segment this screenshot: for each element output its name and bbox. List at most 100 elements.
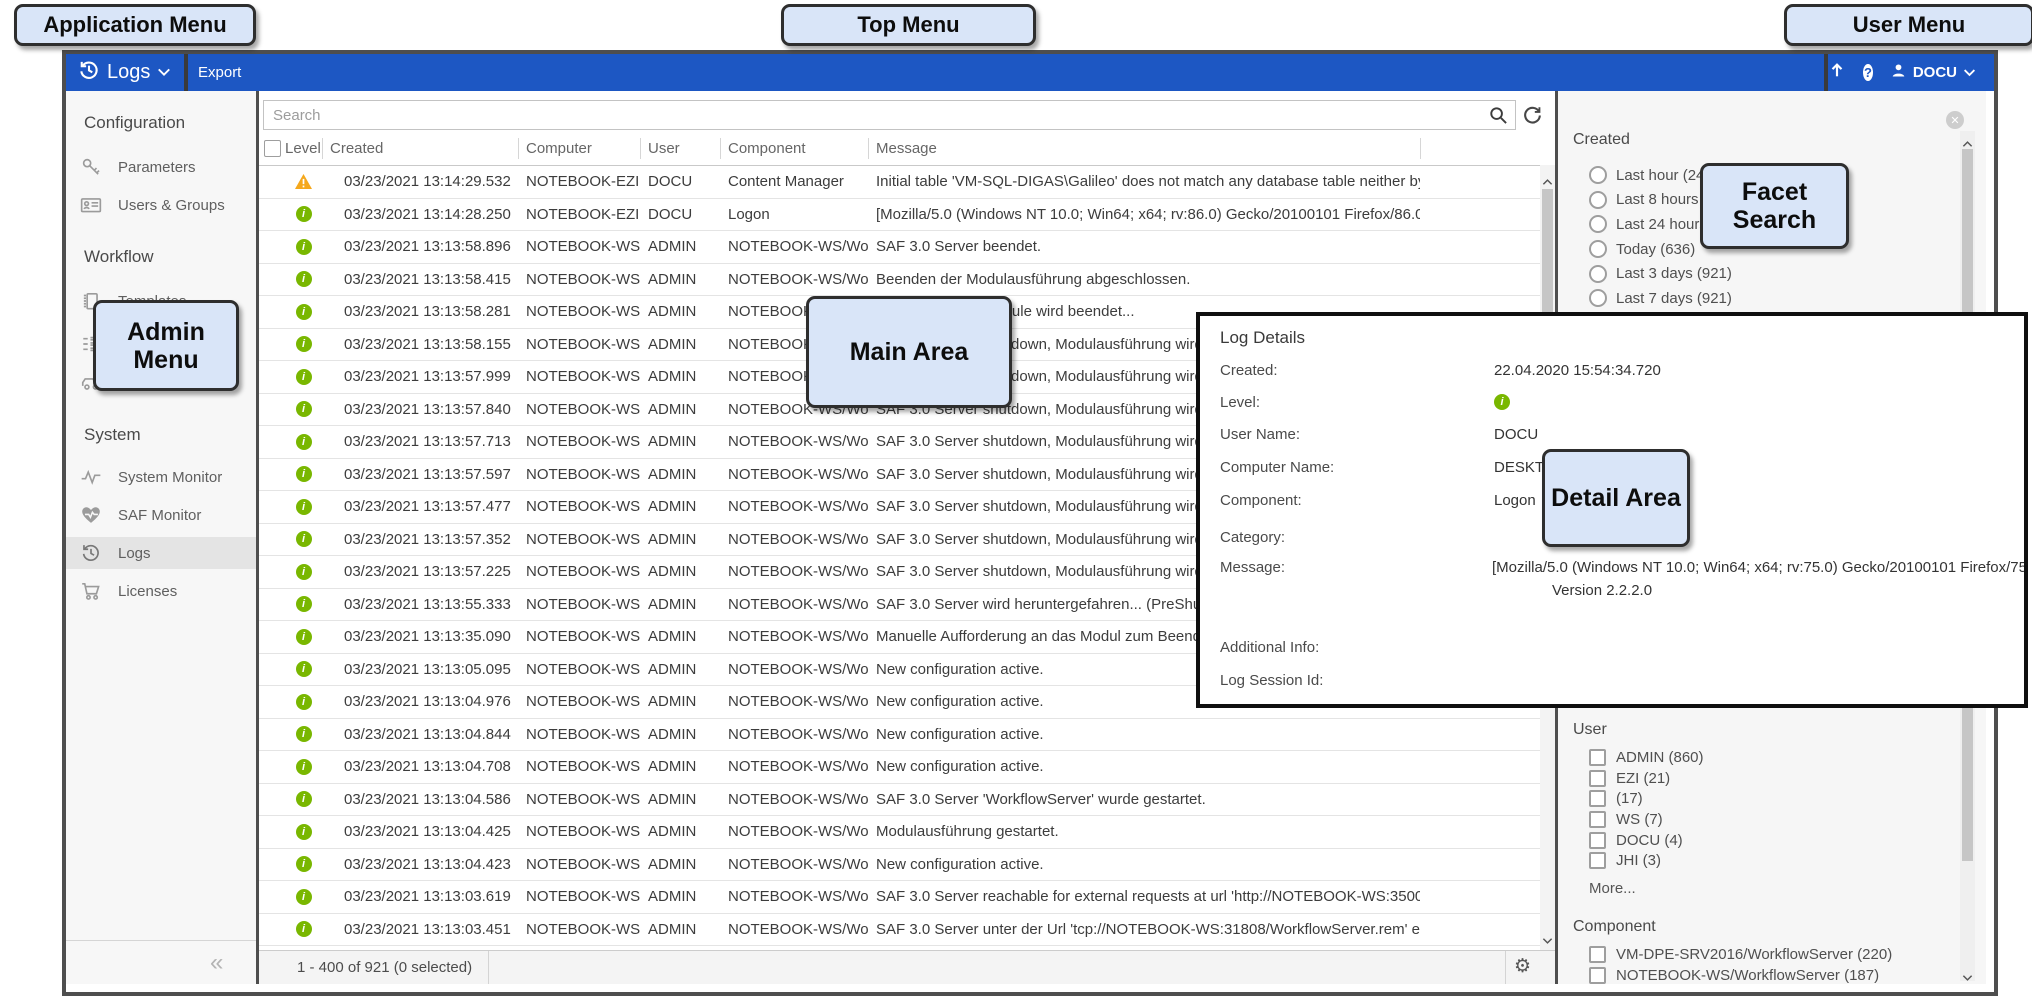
radio-button[interactable] [1589,240,1607,258]
cell-component: Content Manager [720,173,868,190]
cell-user: ADMIN [640,888,720,905]
help-icon[interactable]: ? [1863,64,1873,81]
facet-option[interactable]: VM-DPE-SRV2016/WorkflowServer (220) [1589,944,1953,965]
table-row[interactable]: i03/23/2021 13:13:58.415NOTEBOOK-WSADMIN… [259,264,1555,297]
cell-message: SAF 3.0 Server 'WorkflowServer' wurde ge… [868,791,1420,808]
facet-option[interactable]: (17) [1589,788,1953,809]
callout-admin-menu: Admin Menu [93,300,239,391]
cell-component: NOTEBOOK-WS/Wor... [720,726,868,743]
table-row[interactable]: i03/23/2021 13:13:03.619NOTEBOOK-WSADMIN… [259,881,1555,914]
facet-more-link[interactable]: More... [1589,880,1953,897]
table-row[interactable]: i03/23/2021 13:14:28.250NOTEBOOK-EZIDOCU… [259,199,1555,232]
facet-option-label: EZI (21) [1616,770,1670,787]
info-icon: i [296,531,312,547]
scroll-down-icon[interactable] [1962,969,1973,977]
radio-button[interactable] [1589,265,1607,283]
collapse-sidebar-button[interactable]: « [210,949,223,977]
facet-option[interactable]: JHI (3) [1589,850,1953,871]
sidebar-section-system: System [84,425,141,445]
cell-computer: NOTEBOOK-WS [518,271,640,288]
detail-field-value: [Mozilla/5.0 (Windows NT 10.0; Win64; x6… [1492,559,2028,576]
facet-option[interactable]: ADMIN (860) [1589,747,1953,768]
top-menu-export[interactable]: Export [198,64,241,81]
info-icon: i [296,856,312,872]
pulse-icon [80,466,102,488]
history-icon [80,542,102,564]
cell-component: NOTEBOOK-WS/Wor... [720,628,868,645]
cell-component: NOTEBOOK-WS/Wor... [720,888,868,905]
checkbox[interactable] [1589,832,1606,849]
scroll-up-icon[interactable] [1542,173,1553,181]
column-header-computer[interactable]: Computer [518,132,640,165]
facet-option-label: WS (7) [1616,811,1663,828]
table-row[interactable]: i03/23/2021 13:13:04.586NOTEBOOK-WSADMIN… [259,784,1555,817]
table-row[interactable]: 03/23/2021 13:14:29.532NOTEBOOK-EZIDOCUC… [259,166,1555,199]
column-header-component[interactable]: Component [720,132,868,165]
table-row[interactable]: i03/23/2021 13:13:04.708NOTEBOOK-WSADMIN… [259,751,1555,784]
cell-created: 03/23/2021 13:13:58.896 [322,238,518,255]
checkbox[interactable] [1589,749,1606,766]
facet-option[interactable]: EZI (21) [1589,768,1953,789]
sidebar-item-system-monitor[interactable]: System Monitor [66,461,256,493]
column-header-user[interactable]: User [640,132,720,165]
table-row[interactable]: i03/23/2021 13:13:04.423NOTEBOOK-WSADMIN… [259,849,1555,882]
cell-user: ADMIN [640,921,720,938]
search-icon[interactable] [1489,106,1508,125]
column-header-level[interactable]: Level [285,132,322,165]
upload-arrow-icon[interactable] [1828,61,1846,84]
cell-computer: NOTEBOOK-WS [518,823,640,840]
scroll-down-icon[interactable] [1542,932,1553,940]
facet-option[interactable]: DOCU (4) [1589,830,1953,851]
user-name: DOCU [1913,64,1957,81]
checkbox[interactable] [1589,852,1606,869]
cell-component: Logon [720,206,868,223]
info-icon: i [296,694,312,710]
user-menu-button[interactable]: DOCU [1890,62,1976,83]
cell-message: SAF 3.0 Server reachable for external re… [868,888,1420,905]
search-input[interactable] [263,100,1516,130]
cell-component: NOTEBOOK-WS/Wor... [720,856,868,873]
checkbox[interactable] [1589,770,1606,787]
column-header-message[interactable]: Message [868,132,1420,165]
table-row[interactable]: i03/23/2021 13:13:04.844NOTEBOOK-WSADMIN… [259,719,1555,752]
key-icon [80,156,102,178]
cell-computer: NOTEBOOK-WS [518,498,640,515]
sidebar-item-saf-monitor[interactable]: SAF Monitor [66,499,256,531]
facet-option[interactable]: NOTEBOOK-WS/WorkflowServer (187) [1589,965,1953,984]
facet-option[interactable]: Last 3 days (921) [1589,261,1953,286]
facet-option[interactable]: WS (7) [1589,809,1953,830]
table-row[interactable]: i03/23/2021 13:13:03.451NOTEBOOK-WSADMIN… [259,914,1555,947]
checkbox[interactable] [1589,967,1606,984]
sidebar-item-parameters[interactable]: Parameters [66,151,256,183]
detail-field-label: Additional Info: [1220,639,1319,656]
radio-button[interactable] [1589,166,1607,184]
checkbox[interactable] [1589,790,1606,807]
refresh-icon[interactable] [1522,105,1543,126]
sidebar-item-users-groups[interactable]: Users & Groups [66,189,256,221]
id-card-icon [80,194,102,216]
cell-component: NOTEBOOK-WS/Wor... [720,921,868,938]
radio-button[interactable] [1589,215,1607,233]
cell-user: ADMIN [640,628,720,645]
table-row[interactable]: i03/23/2021 13:13:58.896NOTEBOOK-WSADMIN… [259,231,1555,264]
application-menu-button[interactable]: Logs [66,54,188,91]
info-icon: i [296,759,312,775]
gear-icon[interactable]: ⚙ [1514,955,1531,977]
facet-option[interactable]: Last 7 days (921) [1589,286,1953,311]
radio-button[interactable] [1589,191,1607,209]
table-row[interactable]: i03/23/2021 13:13:04.425NOTEBOOK-WSADMIN… [259,816,1555,849]
sidebar-item-logs[interactable]: Logs [66,537,256,569]
cell-component: NOTEBOOK-WS/Wor... [720,238,868,255]
detail-field-label: User Name: [1220,426,1300,443]
detail-field-label: Level: [1220,394,1260,411]
sidebar-item-licenses[interactable]: Licenses [66,575,256,607]
radio-button[interactable] [1589,289,1607,307]
checkbox[interactable] [1589,946,1606,963]
column-header-created[interactable]: Created [322,132,518,165]
select-all-checkbox[interactable] [264,140,281,157]
checkbox[interactable] [1589,811,1606,828]
detail-field-label: Message: [1220,559,1285,576]
close-icon[interactable]: ✕ [1946,111,1964,129]
scroll-up-icon[interactable] [1962,135,1973,143]
sidebar-section-workflow: Workflow [84,247,154,267]
